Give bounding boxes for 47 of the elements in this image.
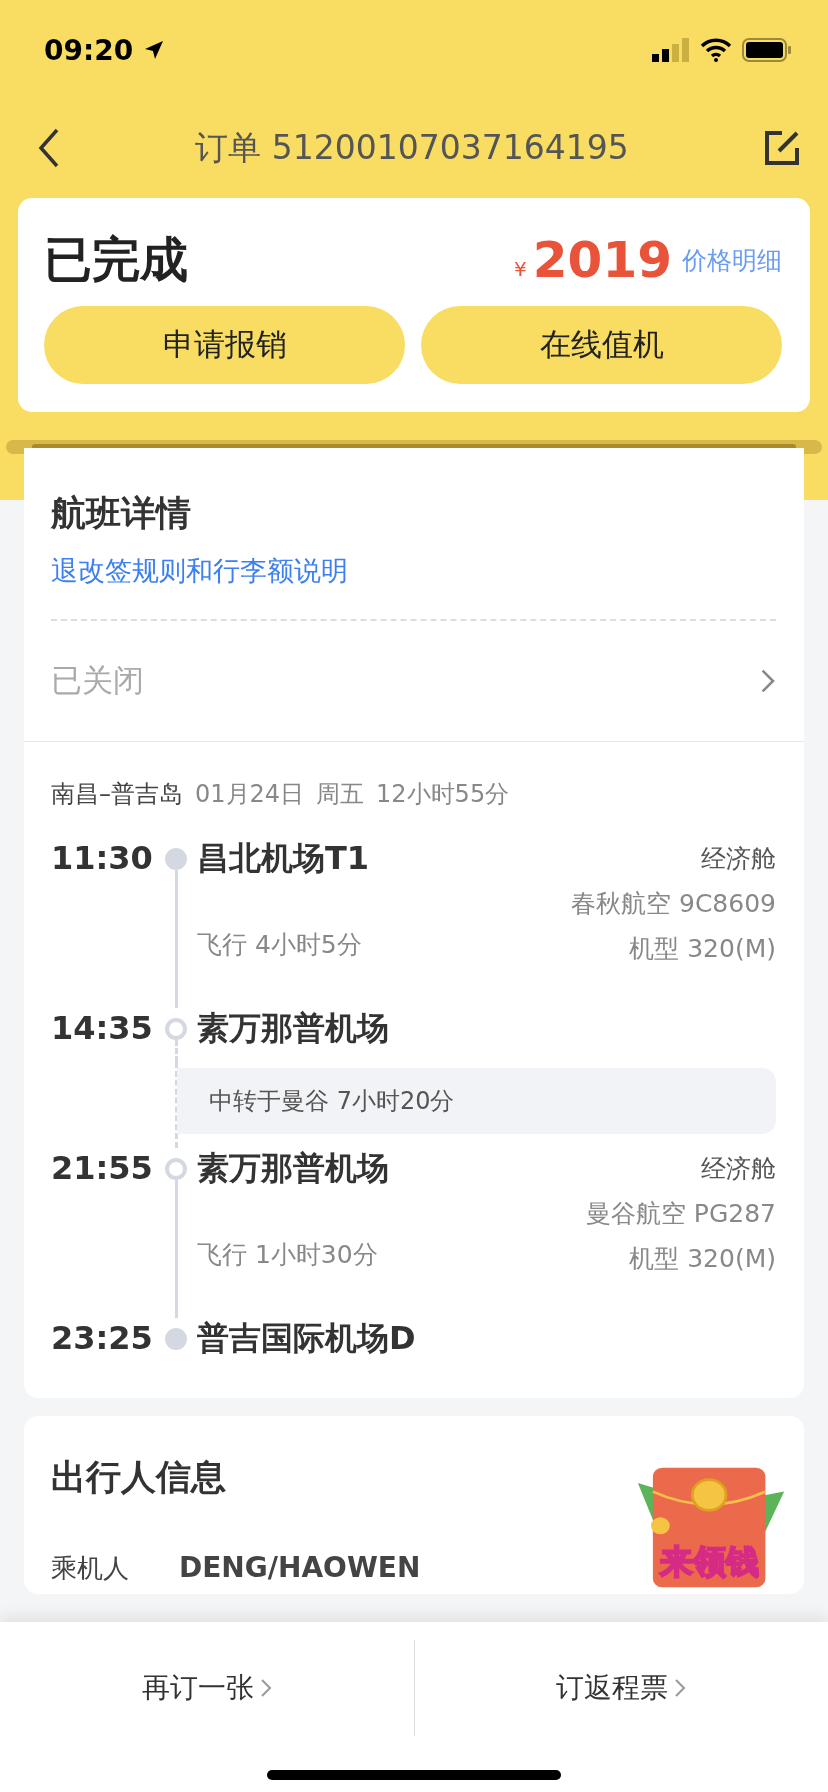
airport-name: 昌北机场T1 bbox=[197, 839, 370, 877]
flight-time: 11:30 bbox=[51, 838, 154, 879]
status-time: 09:20 bbox=[44, 33, 134, 67]
action-button[interactable]: 申请报销 bbox=[44, 306, 405, 384]
section-title: 航班详情 bbox=[51, 492, 192, 535]
passenger-label: 乘机人 bbox=[51, 1552, 129, 1585]
back-button[interactable] bbox=[38, 128, 60, 168]
signal-icon bbox=[652, 38, 690, 62]
airport-name: 素万那普机场 bbox=[197, 1149, 389, 1187]
aircraft-type: 机型 320(M) bbox=[629, 933, 776, 965]
cabin-class: 经济舱 bbox=[701, 843, 776, 875]
transfer-info: 中转于曼谷 7小时20分 bbox=[177, 1068, 776, 1134]
location-arrow-icon bbox=[143, 39, 166, 61]
airline-flight: 曼谷航空 PG287 bbox=[585, 1198, 776, 1230]
duration-text: 12小时55分 bbox=[376, 779, 510, 810]
edit-button[interactable] bbox=[764, 130, 800, 166]
flight-time: 23:25 bbox=[51, 1318, 154, 1359]
action-button[interactable]: 在线值机 bbox=[421, 306, 782, 384]
currency-symbol: ¥ bbox=[514, 257, 527, 281]
airline-flight: 春秋航空 9C8609 bbox=[571, 888, 776, 920]
aircraft-type: 机型 320(M) bbox=[629, 1243, 776, 1275]
order-status: 已完成 bbox=[44, 230, 188, 289]
chevron-right-icon bbox=[674, 1678, 687, 1698]
wifi-icon bbox=[700, 38, 732, 62]
return-ticket-button[interactable]: 订返程票 bbox=[414, 1640, 828, 1736]
rules-link[interactable]: 退改签规则和行李额说明 bbox=[51, 553, 776, 589]
edit-icon bbox=[764, 130, 800, 166]
chevron-right-icon bbox=[259, 1678, 272, 1698]
route-text: 南昌–普吉岛 bbox=[51, 779, 183, 810]
closed-label: 已关闭 bbox=[51, 661, 144, 700]
airport-name: 素万那普机场 bbox=[197, 1009, 389, 1047]
battery-icon bbox=[742, 38, 792, 62]
rebook-button[interactable]: 再订一张 bbox=[0, 1640, 414, 1736]
flight-time: 21:55 bbox=[51, 1148, 154, 1189]
date-text: 01月24日 bbox=[195, 779, 305, 810]
cabin-class: 经济舱 bbox=[701, 1153, 776, 1185]
chevron-right-icon bbox=[760, 668, 776, 694]
weekday-text: 周五 bbox=[316, 779, 365, 810]
back-icon bbox=[38, 128, 60, 168]
flight-duration: 飞行 4小时5分 bbox=[197, 929, 362, 961]
flight-duration: 飞行 1小时30分 bbox=[197, 1239, 378, 1271]
flight-time: 14:35 bbox=[51, 1008, 154, 1049]
passenger-name: DENG/HAOWEN bbox=[179, 1551, 421, 1584]
order-title: 订单 51200107037164195 bbox=[195, 126, 629, 169]
airport-name: 普吉国际机场D bbox=[197, 1319, 416, 1357]
section-title: 出行人信息 bbox=[51, 1456, 227, 1499]
order-price: 2019 bbox=[532, 231, 672, 289]
